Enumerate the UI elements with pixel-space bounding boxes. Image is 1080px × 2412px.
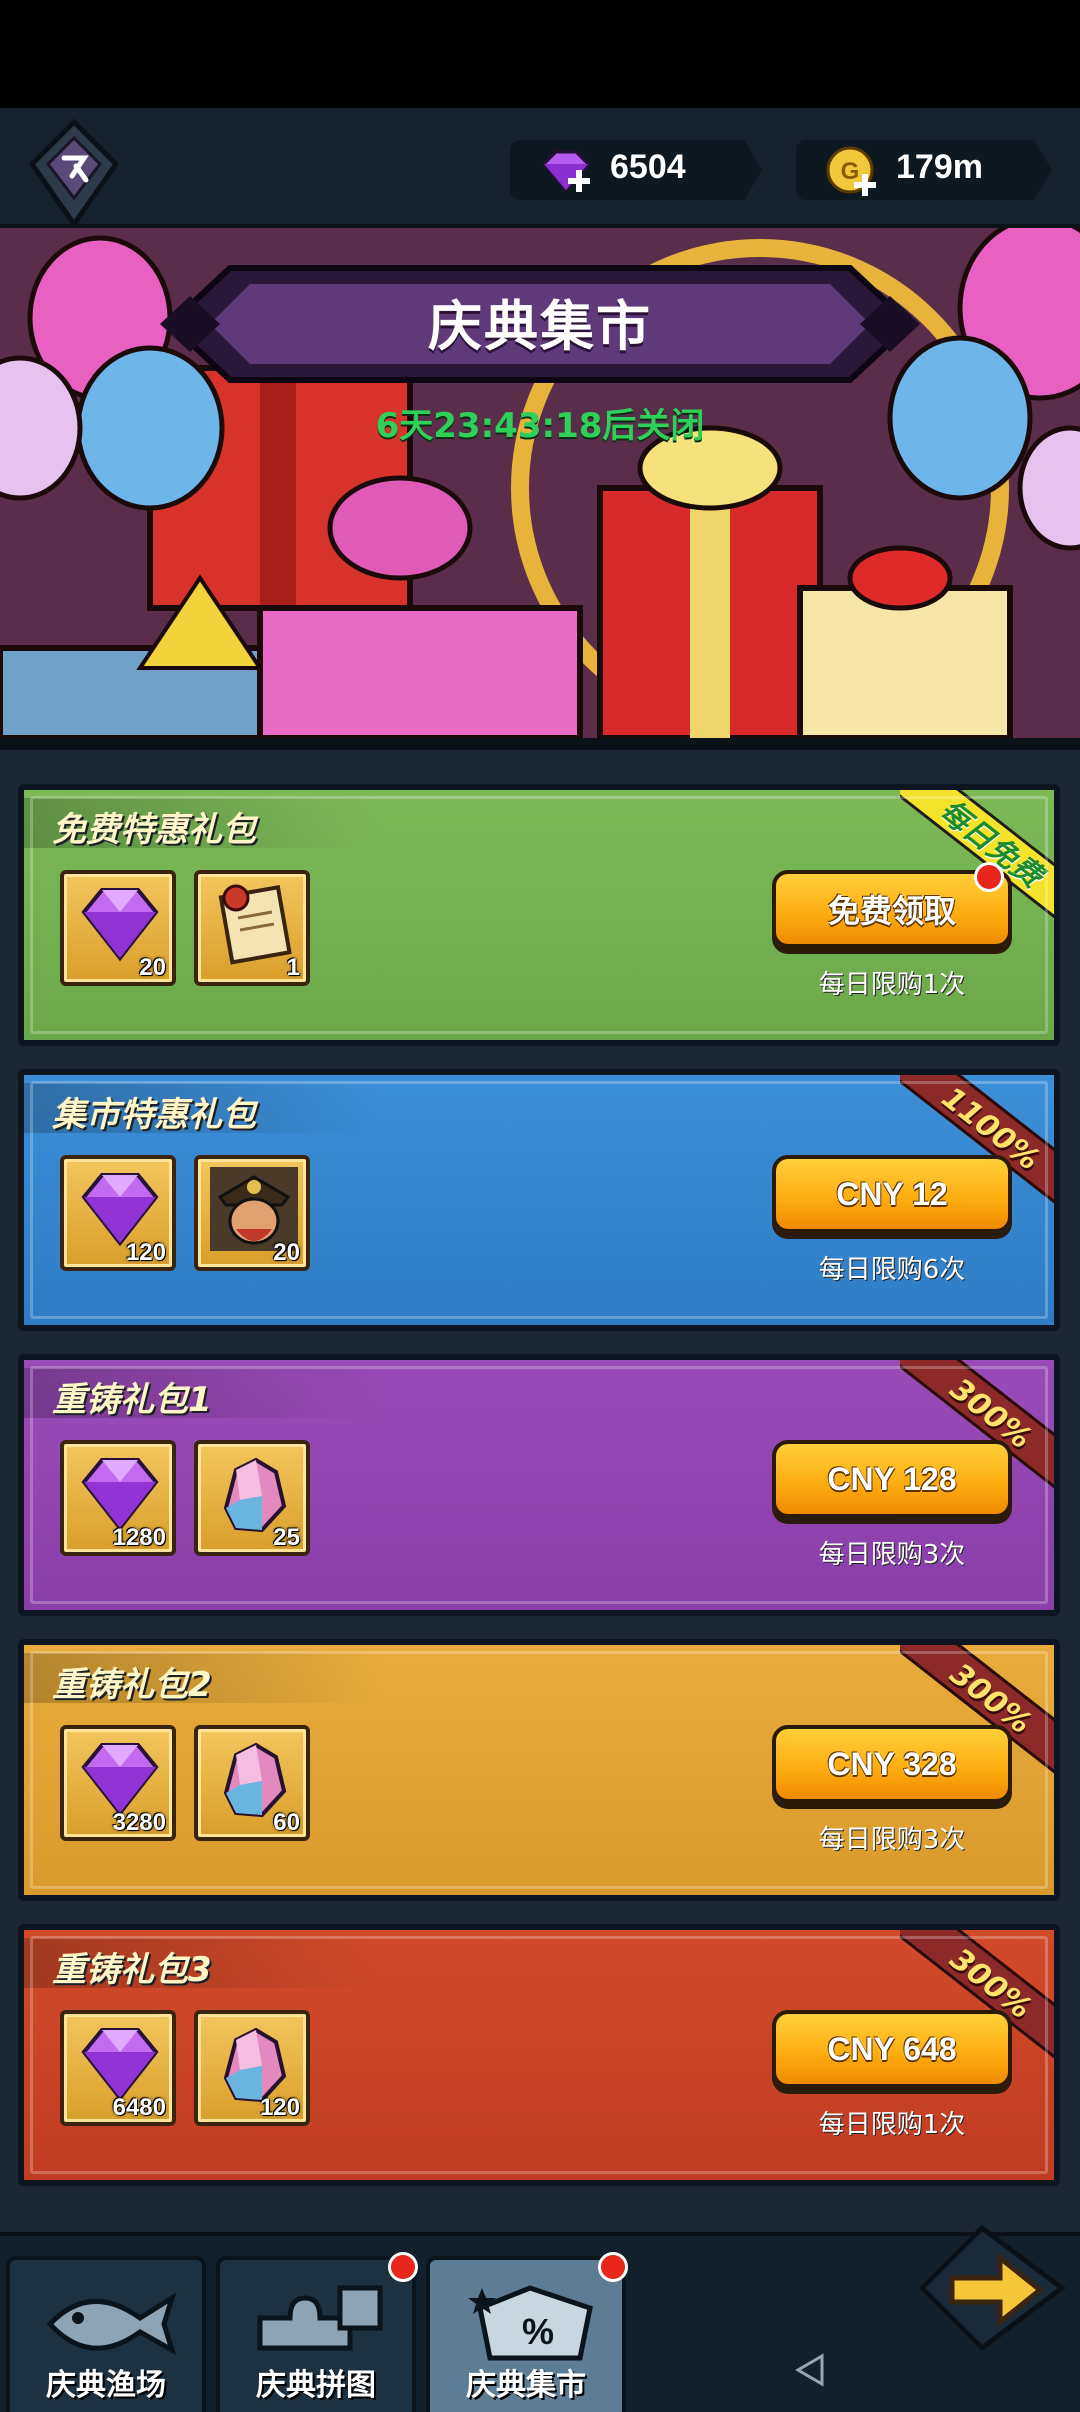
menu-emblem-icon xyxy=(28,118,120,229)
notification-dot xyxy=(974,862,1004,892)
reward-slot-crystal[interactable]: 60 xyxy=(194,1725,310,1841)
gem-counter[interactable]: 6504 xyxy=(510,140,762,200)
pack-card-free: 免费特惠礼包 20 1 每日免费 免费领取 每日限购1次 xyxy=(18,784,1060,1046)
reward-qty: 6480 xyxy=(112,2094,166,2121)
pack-card-market: 集市特惠礼包 120 20 1100% CNY 12 每日限购6次 xyxy=(18,1069,1060,1331)
buy-button[interactable]: CNY 128 xyxy=(772,1440,1012,1518)
tab-puzzle[interactable]: 庆典拼图 xyxy=(216,2252,418,2412)
tab-market[interactable]: % 庆典集市 xyxy=(426,2252,628,2412)
discount-tag-icon: % xyxy=(468,2285,593,2361)
reward-qty: 120 xyxy=(125,1239,166,1266)
tab-label: 庆典集市 xyxy=(466,2368,586,2403)
purchase-limit: 每日限购6次 xyxy=(818,1255,966,1285)
reward-slot-gem[interactable]: 3280 xyxy=(60,1725,176,1841)
purchase-limit: 每日限购3次 xyxy=(818,1540,966,1570)
reward-qty: 20 xyxy=(273,1239,300,1266)
pack-card-reforge-1: 重铸礼包1 1280 25 300% CNY 128 每日限购3次 xyxy=(18,1354,1060,1616)
buy-button[interactable]: CNY 12 xyxy=(772,1155,1012,1233)
reward-slot-gem[interactable]: 6480 xyxy=(60,2010,176,2126)
reward-slot-gem[interactable]: 20 xyxy=(60,870,176,986)
tab-label: 庆典拼图 xyxy=(256,2368,376,2403)
gem-count: 6504 xyxy=(610,148,686,186)
divider xyxy=(0,738,1080,750)
notification-dot xyxy=(388,2252,418,2282)
reward-qty: 20 xyxy=(139,954,166,981)
gem-plus-icon xyxy=(541,150,591,193)
arrow-right-icon xyxy=(918,2224,1067,2352)
tab-label: 庆典渔场 xyxy=(46,2368,166,2403)
reward-qty: 60 xyxy=(273,1809,300,1836)
gold-counter[interactable]: G 179m xyxy=(796,140,1052,200)
buy-button[interactable]: CNY 328 xyxy=(772,1725,1012,1803)
reward-slot-crystal[interactable]: 25 xyxy=(194,1440,310,1556)
reward-slot-gem[interactable]: 120 xyxy=(60,1155,176,1271)
reward-qty: 25 xyxy=(273,1524,300,1551)
buy-button[interactable]: CNY 648 xyxy=(772,2010,1012,2088)
pack-title: 重铸礼包3 xyxy=(52,1950,212,1990)
reward-slot-hero[interactable]: 20 xyxy=(194,1155,310,1271)
event-countdown: 6天23:43:18后关闭 xyxy=(375,406,705,446)
purchase-limit: 每日限购1次 xyxy=(818,2110,966,2140)
reward-slot-crystal[interactable]: 120 xyxy=(194,2010,310,2126)
fish-icon xyxy=(46,2292,177,2356)
purchase-limit: 每日限购3次 xyxy=(818,1825,966,1855)
event-banner: 庆典集市 6天23:43:18后关闭 xyxy=(0,228,1080,738)
reward-slot-scroll[interactable]: 1 xyxy=(194,870,310,986)
svg-text:%: % xyxy=(522,2311,554,2352)
next-arrow-button[interactable] xyxy=(912,2218,1072,2358)
reward-slot-gem[interactable]: 1280 xyxy=(60,1440,176,1556)
pack-title: 免费特惠礼包 xyxy=(52,810,256,850)
reward-qty: 1280 xyxy=(112,1524,166,1551)
puzzle-piece-icon xyxy=(257,2285,383,2351)
gold-coin-plus-icon: G xyxy=(826,146,876,196)
pack-title: 重铸礼包2 xyxy=(52,1665,212,1705)
svg-text:G: G xyxy=(841,158,860,185)
gold-count: 179m xyxy=(896,148,983,186)
event-title: 庆典集市 xyxy=(428,295,652,358)
system-back-icon[interactable] xyxy=(790,2350,830,2390)
pack-card-reforge-3: 重铸礼包3 6480 120 300% CNY 648 每日限购1次 xyxy=(18,1924,1060,2186)
menu-button[interactable] xyxy=(28,118,120,229)
pack-title: 重铸礼包1 xyxy=(52,1380,212,1420)
reward-qty: 3280 xyxy=(112,1809,166,1836)
reward-qty: 1 xyxy=(286,954,300,981)
tab-fishing[interactable]: 庆典渔场 xyxy=(6,2256,206,2412)
pack-card-reforge-2: 重铸礼包2 3280 60 300% CNY 328 每日限购3次 xyxy=(18,1639,1060,1901)
pack-title: 集市特惠礼包 xyxy=(52,1095,256,1135)
notification-dot xyxy=(598,2252,628,2282)
purchase-limit: 每日限购1次 xyxy=(818,970,966,1000)
reward-qty: 120 xyxy=(259,2094,300,2121)
status-bar xyxy=(0,0,1080,108)
top-bar: 6504 G 179m xyxy=(0,108,1080,229)
